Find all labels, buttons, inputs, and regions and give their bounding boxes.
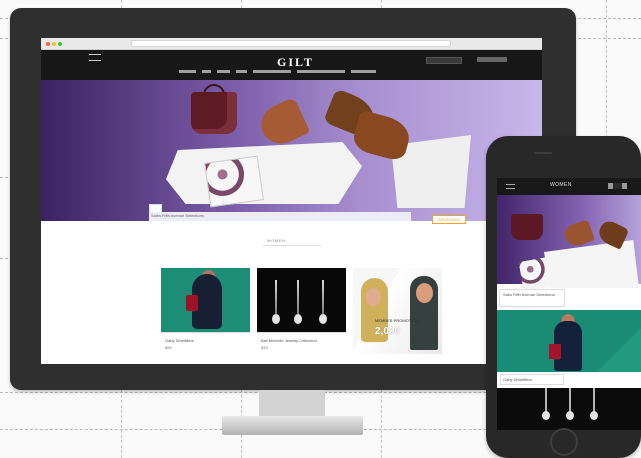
cart-search-icons[interactable] (608, 183, 627, 189)
desktop-website-screen: GILT Sales Fifth Avenue Selections SHOP … (41, 38, 542, 364)
display-plinth (166, 142, 362, 204)
section-divider (263, 245, 321, 246)
hero-banner[interactable] (41, 80, 542, 221)
red-bag-image (186, 295, 198, 311)
maximize-window-icon[interactable] (58, 42, 62, 46)
browser-toolbar (41, 38, 542, 50)
product-card[interactable]: Gaby Dinstilliers $89 (161, 268, 250, 354)
hero-caption: Sales Fifth Avenue Selections (151, 213, 204, 218)
necklace-chain (593, 388, 595, 413)
shop-now-button[interactable]: SHOP NOW (432, 215, 466, 224)
mobile-hero-banner[interactable] (497, 195, 641, 292)
monitor-base (222, 416, 363, 435)
necklace-chain (275, 280, 277, 314)
pendant-image (590, 411, 598, 420)
card-info: Gaby Dinstilliers $89 (161, 332, 250, 354)
promo-text: MEMBER PROMOTION (375, 318, 419, 323)
nav-item[interactable] (236, 70, 247, 73)
necklace-chain (569, 388, 571, 413)
pendant-image (319, 314, 327, 324)
card-info: Bali Michelle Jewelry Collection $49 (257, 332, 346, 354)
necklace-chain (322, 280, 324, 314)
nav-item[interactable] (253, 70, 291, 73)
man-face (416, 283, 433, 303)
display-plinth (544, 240, 639, 288)
account-links[interactable] (477, 57, 507, 62)
home-button[interactable] (550, 428, 578, 456)
nav-item[interactable] (297, 70, 345, 73)
card-title: Gaby Dinstilliers (165, 338, 194, 343)
mobile-site-header: WOMEN (497, 178, 641, 195)
handbag-product (511, 214, 543, 240)
menu-icon[interactable] (89, 54, 101, 61)
shoe-product (350, 109, 414, 163)
section-title: WOMEN (267, 238, 286, 243)
card-title: Bali Michelle Jewelry Collection (261, 338, 317, 343)
product-card[interactable]: Bali Michelle Jewelry Collection $49 (257, 268, 346, 354)
red-bag-image (549, 344, 561, 359)
site-logo[interactable]: GILT (277, 55, 314, 70)
close-window-icon[interactable] (46, 42, 50, 46)
shoe-product (562, 219, 595, 249)
pendant-image (566, 411, 574, 420)
mobile-website-screen: WOMEN Saks Fifth Avenue Selections Gaby … (497, 178, 641, 430)
search-input[interactable] (426, 57, 462, 64)
product-card-grid: Gaby Dinstilliers $89 Bali Michelle Jewe… (161, 268, 442, 354)
nav-item[interactable] (202, 70, 211, 73)
woman-face (366, 288, 381, 306)
hero-caption-bar: Sales Fifth Avenue Selections (149, 212, 411, 221)
promo-price: 2,000 (375, 326, 401, 337)
nav-item[interactable] (351, 70, 376, 73)
mobile-card-title: Gaby Dinstilliers (500, 374, 564, 385)
card-price: $49 (261, 345, 268, 350)
monitor-stand (259, 390, 325, 416)
nav-item[interactable] (179, 70, 196, 73)
main-navigation (179, 70, 376, 73)
necklace-chain (297, 280, 299, 314)
device-mockup-screenshot: GILT Sales Fifth Avenue Selections SHOP … (0, 0, 641, 458)
handbag-product (191, 92, 237, 134)
floral-bag-product (518, 256, 558, 292)
phone-speaker (534, 152, 552, 154)
site-header: GILT (41, 50, 542, 80)
address-bar[interactable] (131, 40, 451, 47)
card-price: $89 (165, 345, 172, 350)
pendant-image (272, 314, 280, 324)
floral-bag-product (204, 155, 264, 208)
promotion-card[interactable]: MEMBER PROMOTION 2,000 (353, 268, 442, 354)
minimize-window-icon[interactable] (52, 42, 56, 46)
necklace-chain (545, 388, 547, 413)
shoe-product (254, 96, 311, 151)
mobile-hero-caption: Saks Fifth Avenue Selections (499, 289, 565, 307)
pendant-image (542, 411, 550, 420)
nav-item[interactable] (217, 70, 230, 73)
menu-icon[interactable] (506, 184, 515, 189)
mobile-title: WOMEN (550, 182, 572, 188)
pendant-image (294, 314, 302, 324)
